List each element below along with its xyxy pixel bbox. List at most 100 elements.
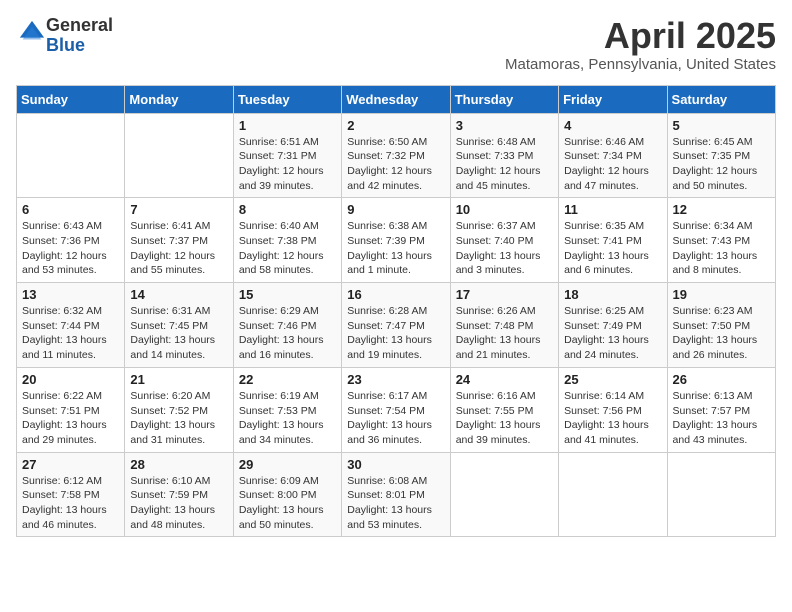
- calendar-cell: 1 Sunrise: 6:51 AM Sunset: 7:31 PM Daylig…: [233, 113, 341, 198]
- calendar-cell: 4 Sunrise: 6:46 AM Sunset: 7:34 PM Daylig…: [559, 113, 667, 198]
- day-detail: Sunrise: 6:13 AM Sunset: 7:57 PM Dayligh…: [673, 389, 770, 448]
- calendar-cell: 30Sunrise: 6:08 AM Sunset: 8:01 PM Dayli…: [342, 452, 450, 537]
- day-number: 18: [564, 287, 661, 302]
- calendar-cell: 25Sunrise: 6:14 AM Sunset: 7:56 PM Dayli…: [559, 367, 667, 452]
- calendar-cell: 18 Sunrise: 6:25 AM Sunset: 7:49 PM Dayli…: [559, 283, 667, 368]
- calendar-cell: 6 Sunrise: 6:43 AM Sunset: 7:36 PM Daylig…: [17, 198, 125, 283]
- calendar-cell: 10 Sunrise: 6:37 AM Sunset: 7:40 PM Dayli…: [450, 198, 558, 283]
- header-wednesday: Wednesday: [342, 85, 450, 113]
- week-row-1: 6 Sunrise: 6:43 AM Sunset: 7:36 PM Daylig…: [17, 198, 776, 283]
- calendar-body: 1 Sunrise: 6:51 AM Sunset: 7:31 PM Daylig…: [17, 113, 776, 537]
- day-detail: Sunrise: 6:38 AM Sunset: 7:39 PM Dayligh…: [347, 219, 444, 278]
- day-detail: Sunrise: 6:29 AM Sunset: 7:46 PM Dayligh…: [239, 304, 336, 363]
- calendar-cell: [450, 452, 558, 537]
- day-number: 2: [347, 118, 444, 133]
- day-detail: Sunrise: 6:37 AM Sunset: 7:40 PM Dayligh…: [456, 219, 553, 278]
- calendar-cell: 29 Sunrise: 6:09 AM Sunset: 8:00 PM Dayli…: [233, 452, 341, 537]
- week-row-2: 13 Sunrise: 6:32 AM Sunset: 7:44 PM Dayli…: [17, 283, 776, 368]
- day-detail: Sunrise: 6:50 AM Sunset: 7:32 PM Dayligh…: [347, 135, 444, 194]
- header-friday: Friday: [559, 85, 667, 113]
- calendar-cell: [125, 113, 233, 198]
- day-detail: Sunrise: 6:46 AM Sunset: 7:34 PM Dayligh…: [564, 135, 661, 194]
- day-detail: Sunrise: 6:08 AM Sunset: 8:01 PM Dayligh…: [347, 474, 444, 533]
- day-detail: Sunrise: 6:25 AM Sunset: 7:49 PM Dayligh…: [564, 304, 661, 363]
- calendar-cell: [17, 113, 125, 198]
- day-number: 29: [239, 457, 336, 472]
- calendar-cell: [667, 452, 775, 537]
- calendar-cell: 27Sunrise: 6:12 AM Sunset: 7:58 PM Dayli…: [17, 452, 125, 537]
- day-detail: Sunrise: 6:45 AM Sunset: 7:35 PM Dayligh…: [673, 135, 770, 194]
- day-number: 28: [130, 457, 227, 472]
- day-number: 19: [673, 287, 770, 302]
- header-sunday: Sunday: [17, 85, 125, 113]
- day-number: 10: [456, 202, 553, 217]
- day-number: 8: [239, 202, 336, 217]
- logo: General Blue: [16, 16, 113, 56]
- calendar-cell: 15 Sunrise: 6:29 AM Sunset: 7:46 PM Dayli…: [233, 283, 341, 368]
- day-number: 20: [22, 372, 119, 387]
- logo-icon: [18, 19, 46, 47]
- day-number: 11: [564, 202, 661, 217]
- day-number: 27: [22, 457, 119, 472]
- week-row-0: 1 Sunrise: 6:51 AM Sunset: 7:31 PM Daylig…: [17, 113, 776, 198]
- header-tuesday: Tuesday: [233, 85, 341, 113]
- calendar-cell: 5 Sunrise: 6:45 AM Sunset: 7:35 PM Daylig…: [667, 113, 775, 198]
- day-detail: Sunrise: 6:23 AM Sunset: 7:50 PM Dayligh…: [673, 304, 770, 363]
- calendar-cell: 17 Sunrise: 6:26 AM Sunset: 7:48 PM Dayli…: [450, 283, 558, 368]
- day-number: 1: [239, 118, 336, 133]
- calendar-table: SundayMondayTuesdayWednesdayThursdayFrid…: [16, 85, 776, 538]
- day-number: 17: [456, 287, 553, 302]
- calendar-cell: 13 Sunrise: 6:32 AM Sunset: 7:44 PM Dayli…: [17, 283, 125, 368]
- day-detail: Sunrise: 6:32 AM Sunset: 7:44 PM Dayligh…: [22, 304, 119, 363]
- day-number: 14: [130, 287, 227, 302]
- calendar-cell: 20Sunrise: 6:22 AM Sunset: 7:51 PM Dayli…: [17, 367, 125, 452]
- day-detail: Sunrise: 6:43 AM Sunset: 7:36 PM Dayligh…: [22, 219, 119, 278]
- day-detail: Sunrise: 6:17 AM Sunset: 7:54 PM Dayligh…: [347, 389, 444, 448]
- day-number: 25: [564, 372, 661, 387]
- day-detail: Sunrise: 6:26 AM Sunset: 7:48 PM Dayligh…: [456, 304, 553, 363]
- calendar-cell: 3Sunrise: 6:48 AM Sunset: 7:33 PM Daylig…: [450, 113, 558, 198]
- day-number: 12: [673, 202, 770, 217]
- calendar-cell: 8 Sunrise: 6:40 AM Sunset: 7:38 PM Daylig…: [233, 198, 341, 283]
- day-number: 13: [22, 287, 119, 302]
- logo-general: General: [46, 15, 113, 35]
- day-number: 4: [564, 118, 661, 133]
- header-thursday: Thursday: [450, 85, 558, 113]
- location: Matamoras, Pennsylvania, United States: [505, 56, 776, 73]
- logo-text: General Blue: [46, 16, 113, 56]
- logo-blue: Blue: [46, 35, 85, 55]
- calendar-cell: 21Sunrise: 6:20 AM Sunset: 7:52 PM Dayli…: [125, 367, 233, 452]
- title-block: April 2025 Matamoras, Pennsylvania, Unit…: [505, 16, 776, 73]
- day-number: 5: [673, 118, 770, 133]
- day-number: 16: [347, 287, 444, 302]
- calendar-cell: 11 Sunrise: 6:35 AM Sunset: 7:41 PM Dayli…: [559, 198, 667, 283]
- calendar-header: SundayMondayTuesdayWednesdayThursdayFrid…: [17, 85, 776, 113]
- header-monday: Monday: [125, 85, 233, 113]
- day-detail: Sunrise: 6:16 AM Sunset: 7:55 PM Dayligh…: [456, 389, 553, 448]
- day-number: 23: [347, 372, 444, 387]
- day-detail: Sunrise: 6:41 AM Sunset: 7:37 PM Dayligh…: [130, 219, 227, 278]
- calendar-cell: 19 Sunrise: 6:23 AM Sunset: 7:50 PM Dayli…: [667, 283, 775, 368]
- day-detail: Sunrise: 6:51 AM Sunset: 7:31 PM Dayligh…: [239, 135, 336, 194]
- day-number: 15: [239, 287, 336, 302]
- day-detail: Sunrise: 6:19 AM Sunset: 7:53 PM Dayligh…: [239, 389, 336, 448]
- day-number: 9: [347, 202, 444, 217]
- day-number: 3: [456, 118, 553, 133]
- day-number: 26: [673, 372, 770, 387]
- day-detail: Sunrise: 6:10 AM Sunset: 7:59 PM Dayligh…: [130, 474, 227, 533]
- day-detail: Sunrise: 6:35 AM Sunset: 7:41 PM Dayligh…: [564, 219, 661, 278]
- day-detail: Sunrise: 6:31 AM Sunset: 7:45 PM Dayligh…: [130, 304, 227, 363]
- header-row: SundayMondayTuesdayWednesdayThursdayFrid…: [17, 85, 776, 113]
- day-detail: Sunrise: 6:28 AM Sunset: 7:47 PM Dayligh…: [347, 304, 444, 363]
- calendar-cell: 12 Sunrise: 6:34 AM Sunset: 7:43 PM Dayli…: [667, 198, 775, 283]
- day-detail: Sunrise: 6:09 AM Sunset: 8:00 PM Dayligh…: [239, 474, 336, 533]
- calendar-cell: 23 Sunrise: 6:17 AM Sunset: 7:54 PM Dayli…: [342, 367, 450, 452]
- calendar-cell: 7Sunrise: 6:41 AM Sunset: 7:37 PM Daylig…: [125, 198, 233, 283]
- calendar-cell: 16 Sunrise: 6:28 AM Sunset: 7:47 PM Dayli…: [342, 283, 450, 368]
- day-detail: Sunrise: 6:34 AM Sunset: 7:43 PM Dayligh…: [673, 219, 770, 278]
- day-number: 24: [456, 372, 553, 387]
- page-header: General Blue April 2025 Matamoras, Penns…: [16, 16, 776, 73]
- day-detail: Sunrise: 6:40 AM Sunset: 7:38 PM Dayligh…: [239, 219, 336, 278]
- header-saturday: Saturday: [667, 85, 775, 113]
- day-number: 6: [22, 202, 119, 217]
